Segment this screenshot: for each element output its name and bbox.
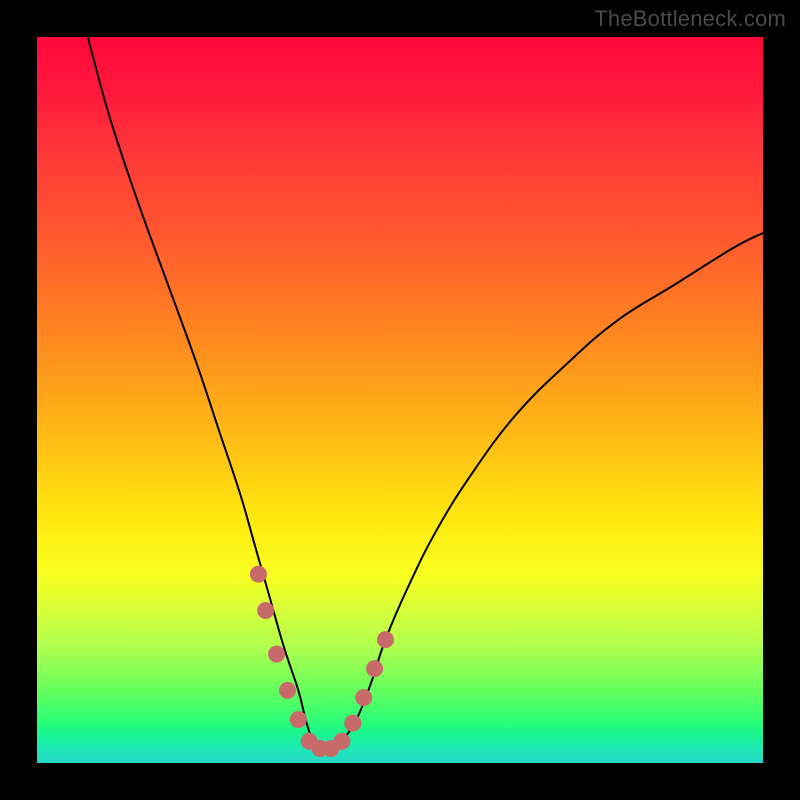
curve-marker xyxy=(334,733,350,749)
curve-marker xyxy=(367,661,383,677)
curve-marker xyxy=(279,682,295,698)
chart-frame: TheBottleneck.com xyxy=(0,0,800,800)
curve-marker xyxy=(258,603,274,619)
curve-svg xyxy=(37,37,763,763)
watermark-text: TheBottleneck.com xyxy=(594,6,786,32)
curve-marker xyxy=(250,566,266,582)
curve-marker xyxy=(345,715,361,731)
marker-group xyxy=(250,566,393,756)
bottleneck-curve xyxy=(88,37,763,749)
curve-marker xyxy=(290,711,306,727)
curve-marker xyxy=(269,646,285,662)
plot-area xyxy=(37,37,763,763)
curve-marker xyxy=(356,690,372,706)
curve-marker xyxy=(377,632,393,648)
